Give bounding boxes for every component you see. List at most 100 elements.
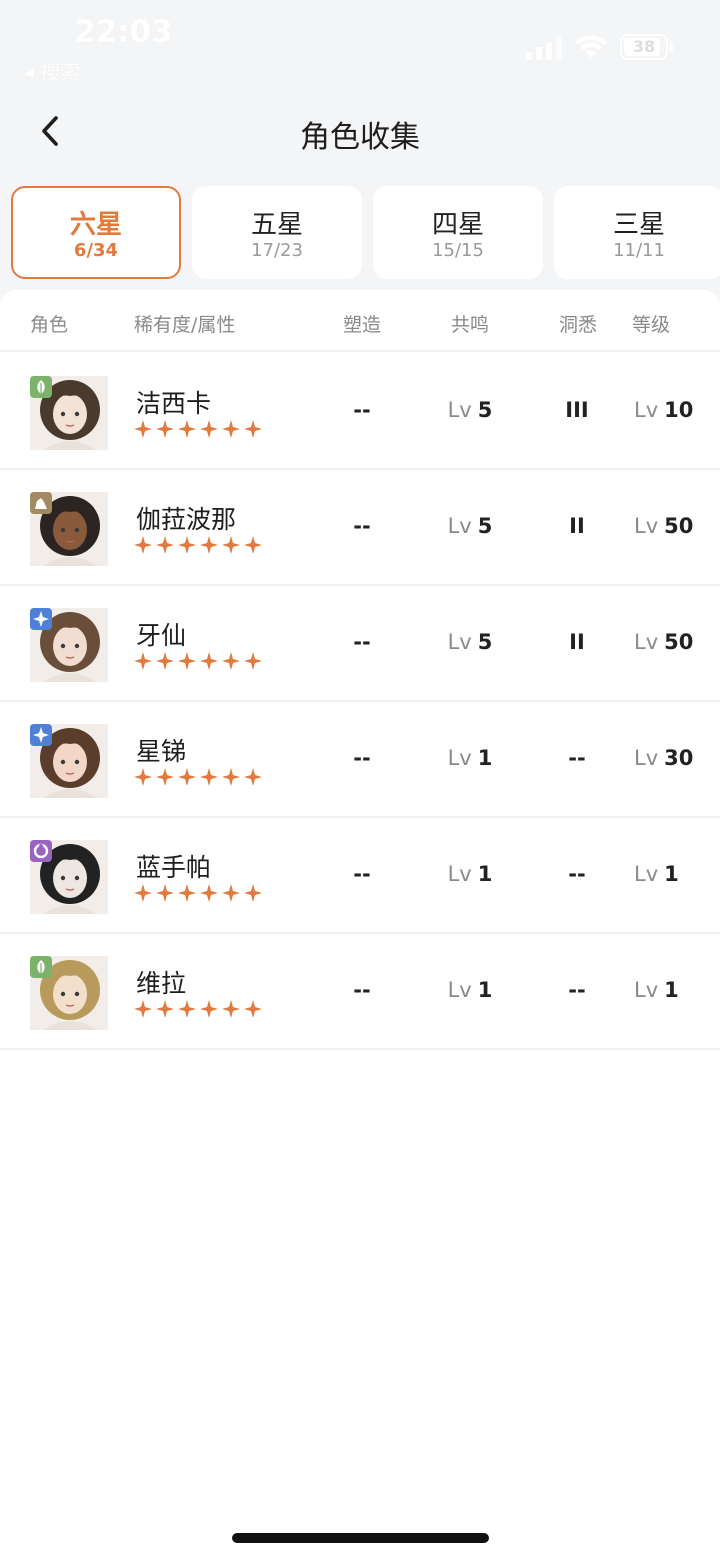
character-row[interactable]: 伽菈波那 -- Lv 5 II Lv 50 [0,470,720,586]
character-row[interactable]: 洁西卡 -- Lv 5 III Lv 10 [0,354,720,470]
character-row[interactable]: 牙仙 -- Lv 5 II Lv 50 [0,586,720,702]
rarity-stars [134,884,262,902]
rarity-star-icon [134,420,152,438]
level-value: Lv 30 [634,746,694,770]
status-bar: 22:03 ◂ 搜索 38 [0,0,720,90]
tab-count: 17/23 [251,240,303,261]
insight-value: -- [568,978,586,1002]
beast-icon [30,492,52,514]
resonance-value: Lv 5 [447,514,493,538]
signal-icon [526,36,562,60]
insight-value: -- [568,746,586,770]
shape-value: -- [353,978,371,1002]
character-row[interactable]: 蓝手帕 -- Lv 1 -- Lv 1 [0,818,720,934]
rarity-star-icon [178,768,196,786]
level-value: Lv 1 [634,978,679,1002]
shape-value: -- [353,630,371,654]
character-list: 角色 稀有度/属性 塑造 共鸣 洞悉 等级 洁西卡 -- Lv 5 III Lv… [0,290,720,1558]
column-rarity: 稀有度/属性 [134,314,236,336]
character-avatar [30,376,108,450]
rarity-star-icon [244,420,262,438]
rarity-star-icon [222,768,240,786]
resonance-value: Lv 5 [447,630,493,654]
header: 角色收集 [0,96,720,166]
tab-count: 6/34 [73,240,119,261]
character-avatar [30,724,108,798]
rarity-star-icon [178,884,196,902]
character-row[interactable]: 维拉 -- Lv 1 -- Lv 1 [0,934,720,1050]
level-value: Lv 50 [634,630,694,654]
wifi-icon [575,35,607,58]
resonance-value: Lv 5 [447,398,493,422]
insight-value: II [569,514,585,538]
rarity-star-icon [156,884,174,902]
rarity-star-icon [134,536,152,554]
rarity-star-icon [200,420,218,438]
shape-value: -- [353,862,371,886]
rarity-star-icon [244,652,262,670]
column-role: 角色 [30,314,69,336]
rarity-stars [134,1000,262,1018]
rarity-star-icon [200,652,218,670]
rarity-stars [134,420,262,438]
character-name: 维拉 [136,969,187,998]
rarity-star-icon [200,768,218,786]
rarity-star-icon [200,536,218,554]
tab-label: 六星 [69,210,122,240]
column-level: 等级 [632,314,671,336]
column-shape: 塑造 [343,314,382,336]
column-insight: 洞悉 [559,314,598,336]
rarity-star-icon [200,1000,218,1018]
tab-label: 五星 [250,210,303,240]
character-avatar [30,492,108,566]
rarity-star-icon [134,768,152,786]
level-value: Lv 50 [634,514,694,538]
back-to-search-link[interactable]: ◂ 搜索 [24,56,80,85]
rarity-star-icon [178,652,196,670]
list-header: 角色 稀有度/属性 塑造 共鸣 洞悉 等级 [0,290,720,352]
rarity-star-icon [156,652,174,670]
rarity-star-icon [200,884,218,902]
plant-icon [30,956,52,978]
rarity-star-icon [156,768,174,786]
tab-three-star[interactable]: 三星 11/11 [554,186,720,279]
plant-icon [30,376,52,398]
insight-value: -- [568,862,586,886]
star-icon [30,724,52,746]
tab-four-star[interactable]: 四星 15/15 [373,186,543,279]
rarity-star-icon [222,652,240,670]
tab-label: 三星 [612,210,665,240]
character-avatar [30,608,108,682]
rarity-star-icon [134,652,152,670]
rarity-star-icon [156,1000,174,1018]
insight-value: III [565,398,589,422]
shape-value: -- [353,514,371,538]
resonance-value: Lv 1 [447,978,493,1002]
spirit-icon [30,840,52,862]
battery-icon: 38 [620,34,673,60]
rarity-star-icon [178,420,196,438]
rarity-stars [134,768,262,786]
tab-six-star[interactable]: 六星 6/34 [11,186,181,279]
character-row[interactable]: 星锑 -- Lv 1 -- Lv 30 [0,702,720,818]
rarity-star-icon [244,884,262,902]
character-name: 蓝手帕 [136,853,212,882]
rarity-star-icon [244,536,262,554]
level-value: Lv 10 [634,398,694,422]
rarity-star-icon [178,536,196,554]
battery-level: 38 [632,37,656,56]
tab-count: 11/11 [613,240,665,261]
column-resonance: 共鸣 [451,314,490,336]
rarity-star-icon [222,1000,240,1018]
rarity-star-icon [178,1000,196,1018]
character-avatar [30,840,108,914]
page-title: 角色收集 [300,120,420,155]
tab-five-star[interactable]: 五星 17/23 [192,186,362,279]
tab-label: 四星 [431,210,484,240]
star-icon [30,608,52,630]
rarity-star-icon [244,1000,262,1018]
character-name: 洁西卡 [136,389,212,418]
home-indicator [232,1533,489,1543]
rarity-star-icon [156,420,174,438]
rarity-star-icon [222,884,240,902]
